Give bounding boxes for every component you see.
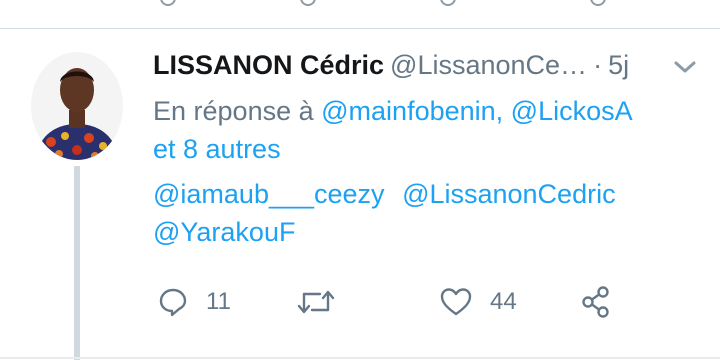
tweet-body: @iamaub___ceezy @LissanonCedric @Yarakou…: [153, 175, 693, 251]
retweet-icon: [296, 287, 336, 317]
author-name[interactable]: LISSANON Cédric: [153, 50, 384, 80]
body-mention[interactable]: @YarakouF: [153, 217, 295, 247]
body-mention[interactable]: @iamaub___ceezy: [153, 179, 385, 209]
share-button[interactable]: [580, 280, 612, 324]
reply-button[interactable]: 11: [158, 280, 231, 324]
caret-down-icon[interactable]: [672, 58, 698, 76]
reply-context: En réponse à @mainfobenin, @LickosA et 8…: [153, 92, 693, 168]
tweet-time[interactable]: 5j: [608, 50, 629, 80]
tweet-actions: 11 44: [0, 280, 720, 324]
tweet-header: LISSANON Cédric @LissanonCe… · 5j: [153, 50, 629, 84]
reply-count: 11: [206, 288, 231, 315]
share-icon: [580, 285, 612, 319]
reply-prefix: En réponse à: [153, 96, 314, 126]
reply-mention[interactable]: @mainfobenin,: [321, 96, 503, 126]
like-button[interactable]: 44: [440, 280, 517, 324]
like-icon[interactable]: [440, 0, 456, 6]
previous-tweet-actions: [0, 0, 720, 6]
like-count: 44: [490, 288, 517, 315]
retweet-button[interactable]: [296, 280, 354, 324]
avatar[interactable]: [31, 52, 123, 160]
separator-dot: ·: [593, 50, 603, 80]
tweet-divider: [0, 28, 720, 29]
reply-mention[interactable]: @LickosA: [511, 96, 633, 126]
tweet-bottom-divider: [0, 357, 720, 359]
body-mention[interactable]: @LissanonCedric: [402, 179, 616, 209]
share-icon[interactable]: [590, 0, 606, 6]
like-icon: [440, 287, 472, 317]
reply-others-link[interactable]: et 8 autres: [153, 134, 281, 164]
reply-icon[interactable]: [160, 0, 176, 6]
thread-line: [74, 166, 80, 360]
reply-icon: [158, 287, 188, 317]
retweet-icon[interactable]: [300, 0, 316, 6]
author-handle[interactable]: @LissanonCe…: [390, 50, 587, 80]
